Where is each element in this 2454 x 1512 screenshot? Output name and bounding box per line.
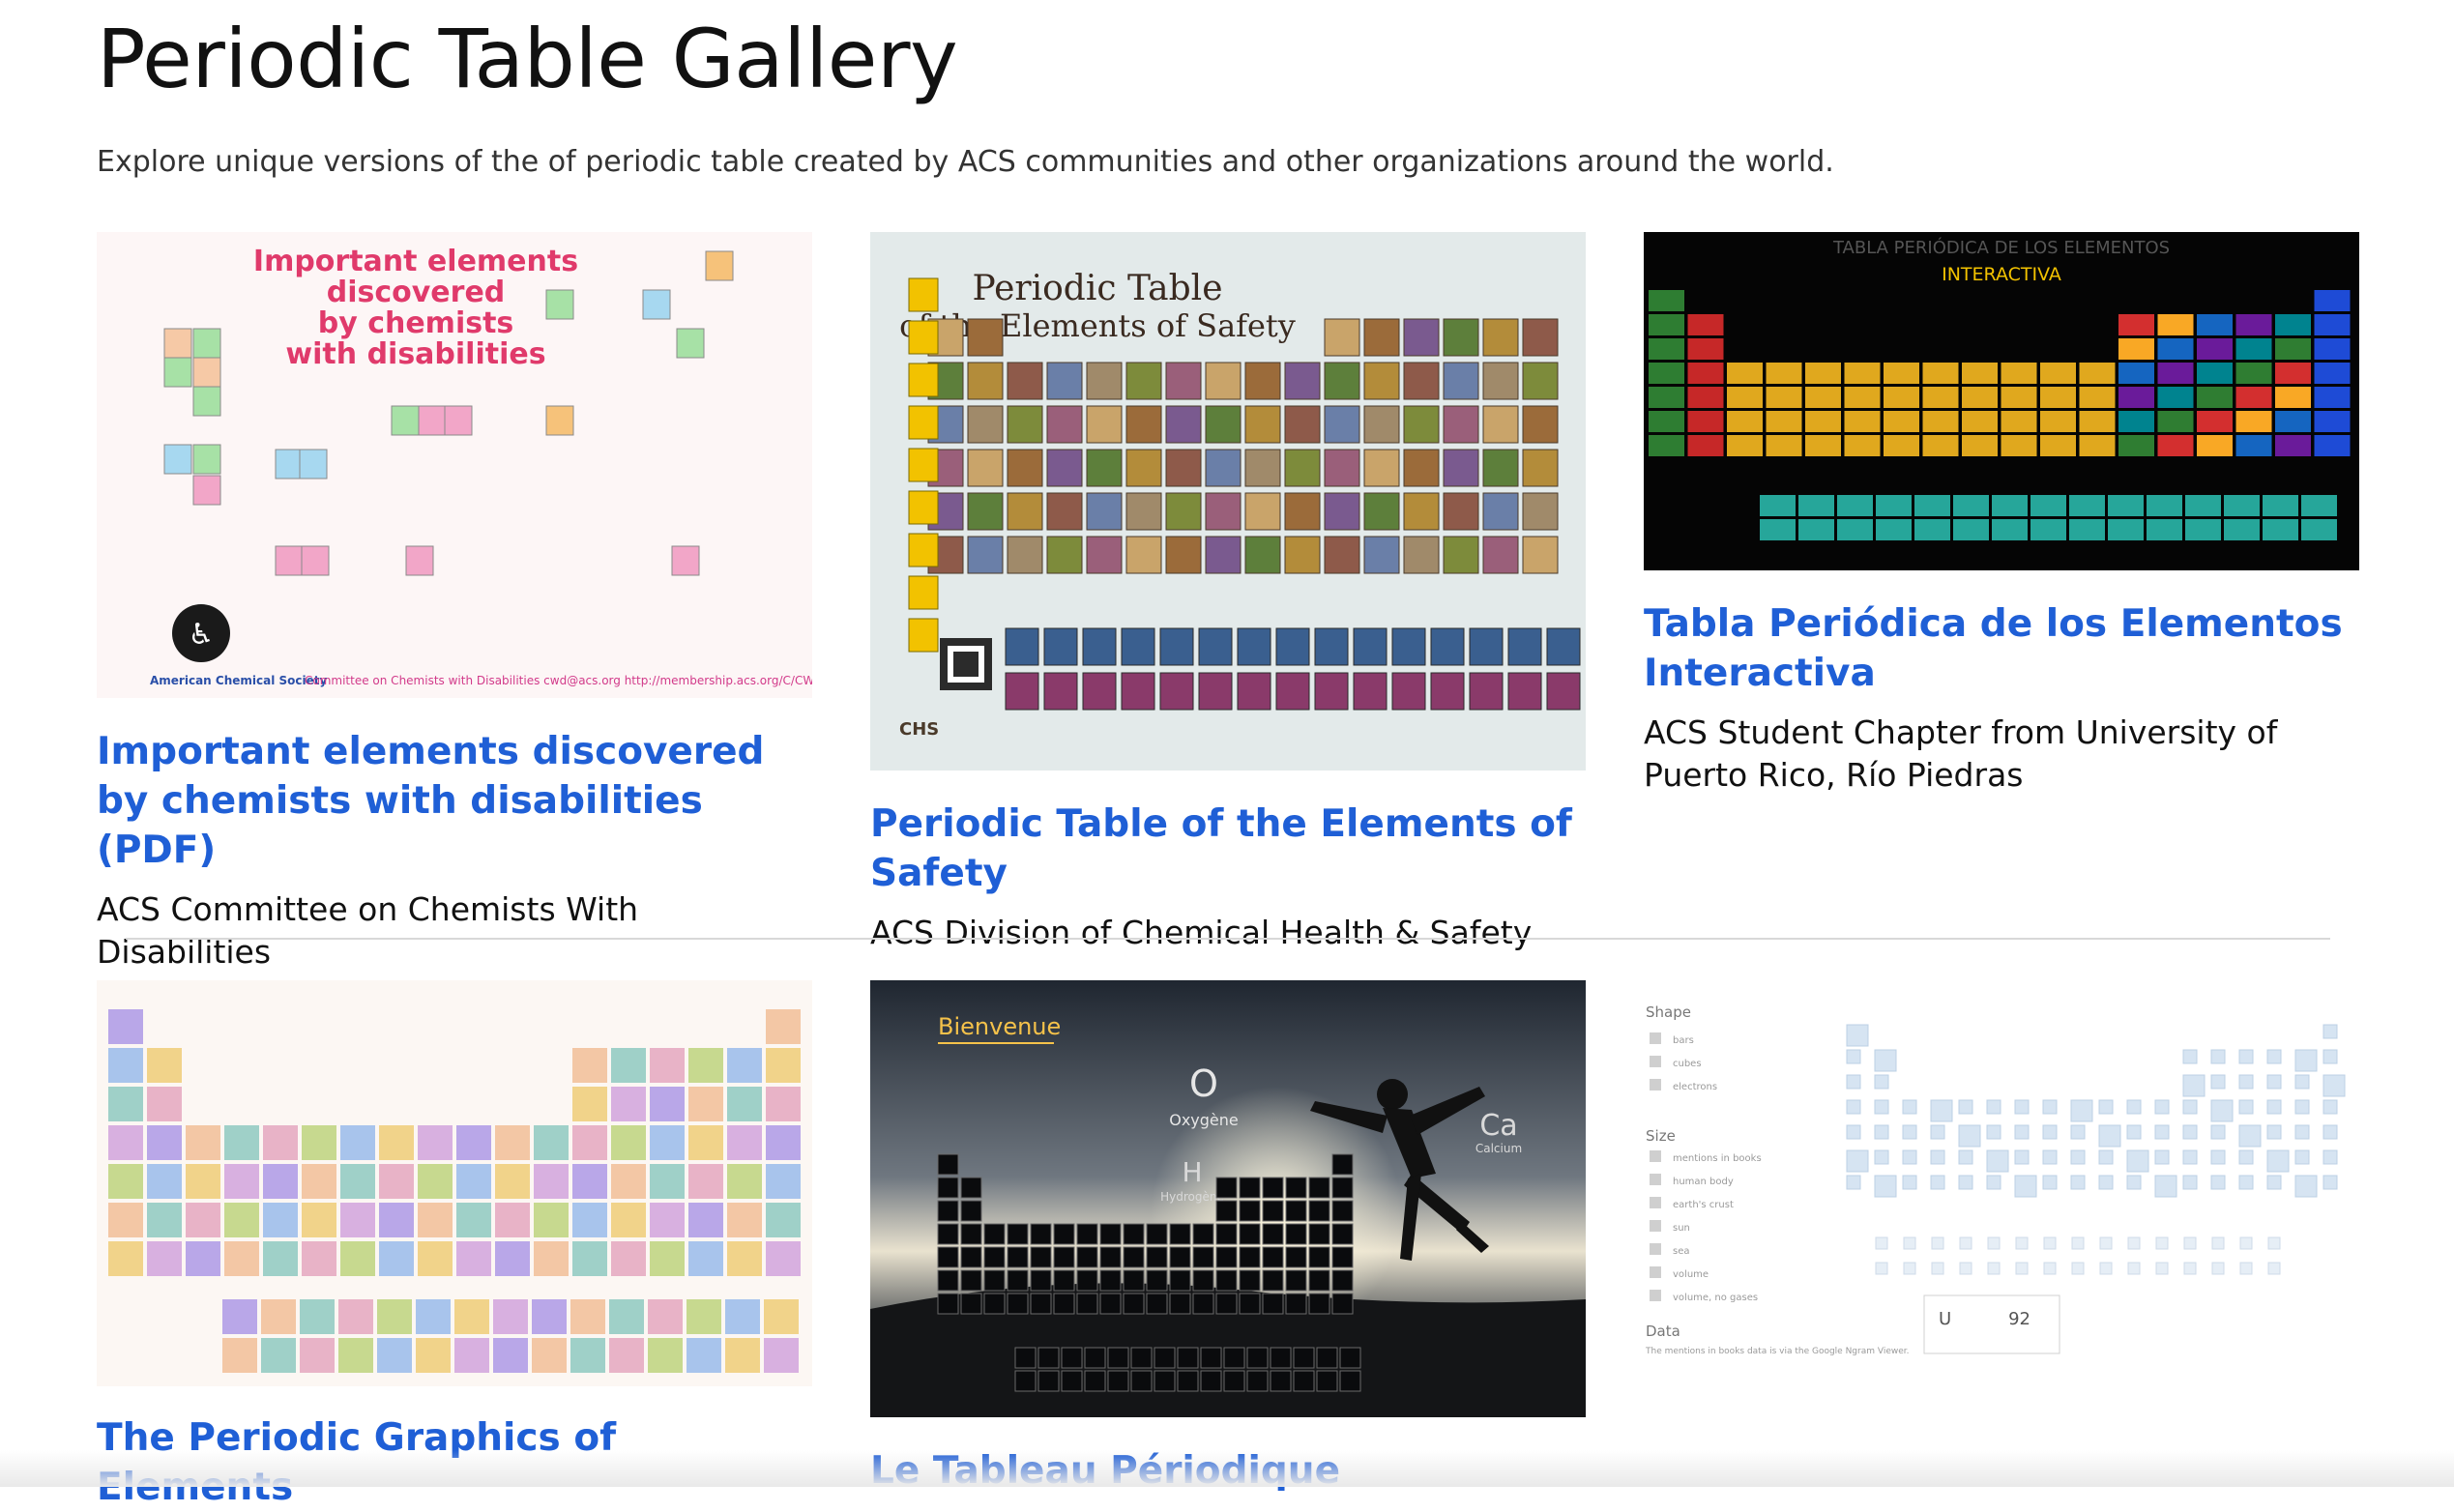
card-thumbnail[interactable]: [97, 980, 812, 1386]
svg-text:Bienvenue: Bienvenue: [938, 1013, 1061, 1040]
svg-text:American Chemical Society: American Chemical Society: [150, 674, 327, 687]
gallery-card-interactiva: TABLA PERIÓDICA DE LOS ELEMENTOS INTERAC…: [1644, 232, 2359, 797]
gallery-card-safety: Periodic Table of the Elements of Safety…: [870, 232, 1586, 954]
page-intro: Explore unique versions of the of period…: [97, 145, 1834, 179]
svg-text:H: H: [1182, 1156, 1202, 1188]
gallery-card-disabilities: Important elements discovered by chemist…: [97, 232, 812, 974]
svg-text:Calcium: Calcium: [1475, 1142, 1522, 1155]
svg-text:sea: sea: [1673, 1246, 1690, 1257]
tableau-image: Bienvenue O Oxygène H Hydrogène Ca Calci…: [870, 980, 1586, 1417]
svg-text:O: O: [1189, 1062, 1218, 1105]
svg-text:with disabilities: with disabilities: [285, 337, 545, 371]
svg-text:Size: Size: [1646, 1127, 1676, 1145]
svg-text:sun: sun: [1673, 1223, 1690, 1234]
card-subtitle: ACS Committee on Chemists With Disabilit…: [97, 890, 639, 971]
disabilities-table-image: Important elements discovered by chemist…: [97, 232, 812, 698]
svg-text:INTERACTIVA: INTERACTIVA: [1942, 264, 2061, 285]
svg-text:earth's crust: earth's crust: [1673, 1200, 1734, 1210]
svg-text:Hydrogène: Hydrogène: [1160, 1190, 1224, 1204]
gallery-card-tableau: Bienvenue O Oxygène H Hydrogène Ca Calci…: [870, 980, 1586, 1496]
svg-text:TABLA PERIÓDICA DE LOS ELEMENT: TABLA PERIÓDICA DE LOS ELEMENTOS: [1832, 237, 2170, 258]
svg-text:Shape: Shape: [1646, 1003, 1691, 1021]
card-title-link[interactable]: Tabla Periódica de los Elementos Interac…: [1644, 599, 2359, 698]
card-thumbnail[interactable]: Shape bars cubes electrons Size mentions in b…: [1644, 996, 2359, 1421]
card-subtitle: ACS Division of Chemical Health & Safety: [870, 914, 1533, 951]
svg-text:bars: bars: [1673, 1035, 1694, 1046]
safety-table-image: Periodic Table of the Elements of Safety…: [870, 232, 1586, 771]
card-subtitle: ACS Student Chapter from University of P…: [1644, 713, 2278, 794]
svg-text:human body: human body: [1673, 1177, 1734, 1187]
svg-text:volume, no gases: volume, no gases: [1673, 1293, 1758, 1303]
card-thumbnail[interactable]: Periodic Table of the Elements of Safety…: [870, 232, 1586, 771]
page-title: Periodic Table Gallery: [97, 12, 958, 106]
card-thumbnail[interactable]: TABLA PERIÓDICA DE LOS ELEMENTOS INTERAC…: [1644, 232, 2359, 570]
svg-text:by chemists: by chemists: [318, 306, 514, 340]
svg-text:♿: ♿: [189, 618, 215, 652]
svg-text:cubes: cubes: [1673, 1059, 1702, 1069]
card-title-link[interactable]: Periodic Table of the Elements of Safety: [870, 800, 1586, 898]
svg-text:U: U: [1939, 1309, 1951, 1329]
card-thumbnail[interactable]: Bienvenue O Oxygène H Hydrogène Ca Calci…: [870, 980, 1586, 1417]
card-thumbnail[interactable]: Important elements discovered by chemist…: [97, 232, 812, 698]
svg-text:Ca: Ca: [1479, 1109, 1517, 1143]
svg-text:Committee on Chemists with Dis: Committee on Chemists with Disabilities …: [305, 674, 812, 687]
svg-text:Data: Data: [1646, 1323, 1680, 1340]
svg-text:The mentions in books data is: The mentions in books data is via the Go…: [1645, 1347, 1909, 1356]
svg-text:volume: volume: [1673, 1269, 1709, 1280]
svg-text:electrons: electrons: [1673, 1082, 1717, 1092]
graphics-table-image: [97, 980, 812, 1386]
svg-text:CHS: CHS: [899, 719, 939, 740]
svg-text:Important elements: Important elements: [253, 245, 578, 278]
svg-text:92: 92: [2008, 1309, 2030, 1329]
bottom-fade: [0, 1450, 2454, 1487]
svg-text:Periodic Table: Periodic Table: [972, 269, 1222, 308]
interactiva-table-image: TABLA PERIÓDICA DE LOS ELEMENTOS INTERAC…: [1644, 232, 2359, 570]
card-title-link[interactable]: Important elements discovered by chemist…: [97, 727, 812, 875]
svg-text:mentions in books: mentions in books: [1673, 1153, 1762, 1164]
ngram-table-image: Shape bars cubes electrons Size mentions in b…: [1644, 996, 2359, 1421]
gallery-card-graphics: The Periodic Graphics of Elements: [97, 980, 812, 1512]
row-divider: [126, 938, 2330, 940]
svg-text:discovered: discovered: [327, 276, 506, 309]
svg-text:Oxygène: Oxygène: [1169, 1111, 1239, 1129]
gallery-card-ngram: Shape bars cubes electrons Size mentions in b…: [1644, 996, 2359, 1421]
gallery-page: Periodic Table Gallery Explore unique ve…: [0, 0, 2454, 1509]
